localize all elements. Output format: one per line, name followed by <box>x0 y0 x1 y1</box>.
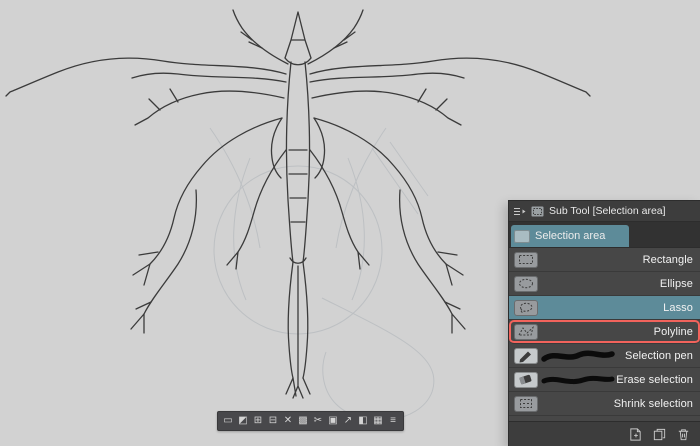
subtool-label: Selection pen <box>625 350 693 362</box>
launcher-settings-icon[interactable]: ≡ <box>386 414 400 428</box>
ellipse-select-icon <box>514 276 538 292</box>
subtool-row-erase-selection[interactable]: Erase selection <box>509 368 700 392</box>
brush-stroke-preview <box>541 372 615 388</box>
subtool-row-rectangle[interactable]: Rectangle <box>509 248 700 272</box>
creature-sketch <box>6 10 590 398</box>
subtool-label: Shrink selection <box>614 398 693 410</box>
lasso-select-icon <box>514 300 538 316</box>
subtool-label: Rectangle <box>643 254 693 266</box>
shrink-selection-icon[interactable]: ⊟ <box>266 414 280 428</box>
rectangle-select-icon <box>514 252 538 268</box>
shrink-select-icon <box>514 396 538 412</box>
panel-menu-icon[interactable] <box>513 206 526 217</box>
cut-and-paste-icon[interactable]: ✂ <box>311 414 325 428</box>
invert-selection-icon[interactable]: ◩ <box>236 414 250 428</box>
polyline-select-icon <box>514 324 538 340</box>
clear-outside-selection-icon[interactable]: ▩ <box>296 414 310 428</box>
copy-and-paste-icon[interactable]: ▣ <box>326 414 340 428</box>
subtool-label: Polyline <box>654 326 693 338</box>
subtool-row-lasso[interactable]: Lasso <box>509 296 700 320</box>
erase-selection-icon <box>514 372 538 388</box>
construction-lines <box>210 128 434 420</box>
duplicate-subtool-icon[interactable] <box>652 427 667 442</box>
subtool-list: Rectangle Ellipse Lasso Polyline Selecti… <box>509 248 700 421</box>
panel-title: Sub Tool [Selection area] <box>549 205 666 217</box>
selection-pen-icon <box>514 348 538 364</box>
subtool-row-ellipse[interactable]: Ellipse <box>509 272 700 296</box>
canvas-area[interactable]: ▭◩⊞⊟✕▩✂▣↗◧▦≡ Sub Tool [Selection area] <box>0 0 700 446</box>
expand-selection-icon[interactable]: ⊞ <box>251 414 265 428</box>
group-tab-label: Selection area <box>535 230 605 242</box>
delete-subtool-icon[interactable] <box>676 427 691 442</box>
selection-launcher: ▭◩⊞⊟✕▩✂▣↗◧▦≡ <box>217 411 404 431</box>
new-tone-icon[interactable]: ▦ <box>371 414 385 428</box>
selection-area-group-icon <box>514 230 530 243</box>
subtool-label: Lasso <box>663 302 693 314</box>
subtool-row-shrink-selection[interactable]: Shrink selection <box>509 392 700 416</box>
subtool-label: Erase selection <box>616 374 693 386</box>
clear-icon[interactable]: ✕ <box>281 414 295 428</box>
brush-stroke-preview <box>541 348 615 364</box>
subtool-panel-header: Sub Tool [Selection area] <box>509 201 700 222</box>
selection-area-tool-icon <box>530 205 545 218</box>
subtool-row-selection-pen[interactable]: Selection pen <box>509 344 700 368</box>
subtool-panel-footer <box>509 421 700 446</box>
subtool-label: Ellipse <box>660 278 693 290</box>
deselect-icon[interactable]: ▭ <box>221 414 235 428</box>
scale-rotate-icon[interactable]: ↗ <box>341 414 355 428</box>
fill-icon[interactable]: ◧ <box>356 414 370 428</box>
add-subtool-icon[interactable] <box>628 427 643 442</box>
subtool-row-polyline[interactable]: Polyline <box>509 320 700 344</box>
subtool-group-tabs: Selection area <box>509 222 700 248</box>
group-tab-selection-area[interactable]: Selection area <box>511 225 629 247</box>
subtool-panel: Sub Tool [Selection area] Selection area… <box>508 200 700 446</box>
